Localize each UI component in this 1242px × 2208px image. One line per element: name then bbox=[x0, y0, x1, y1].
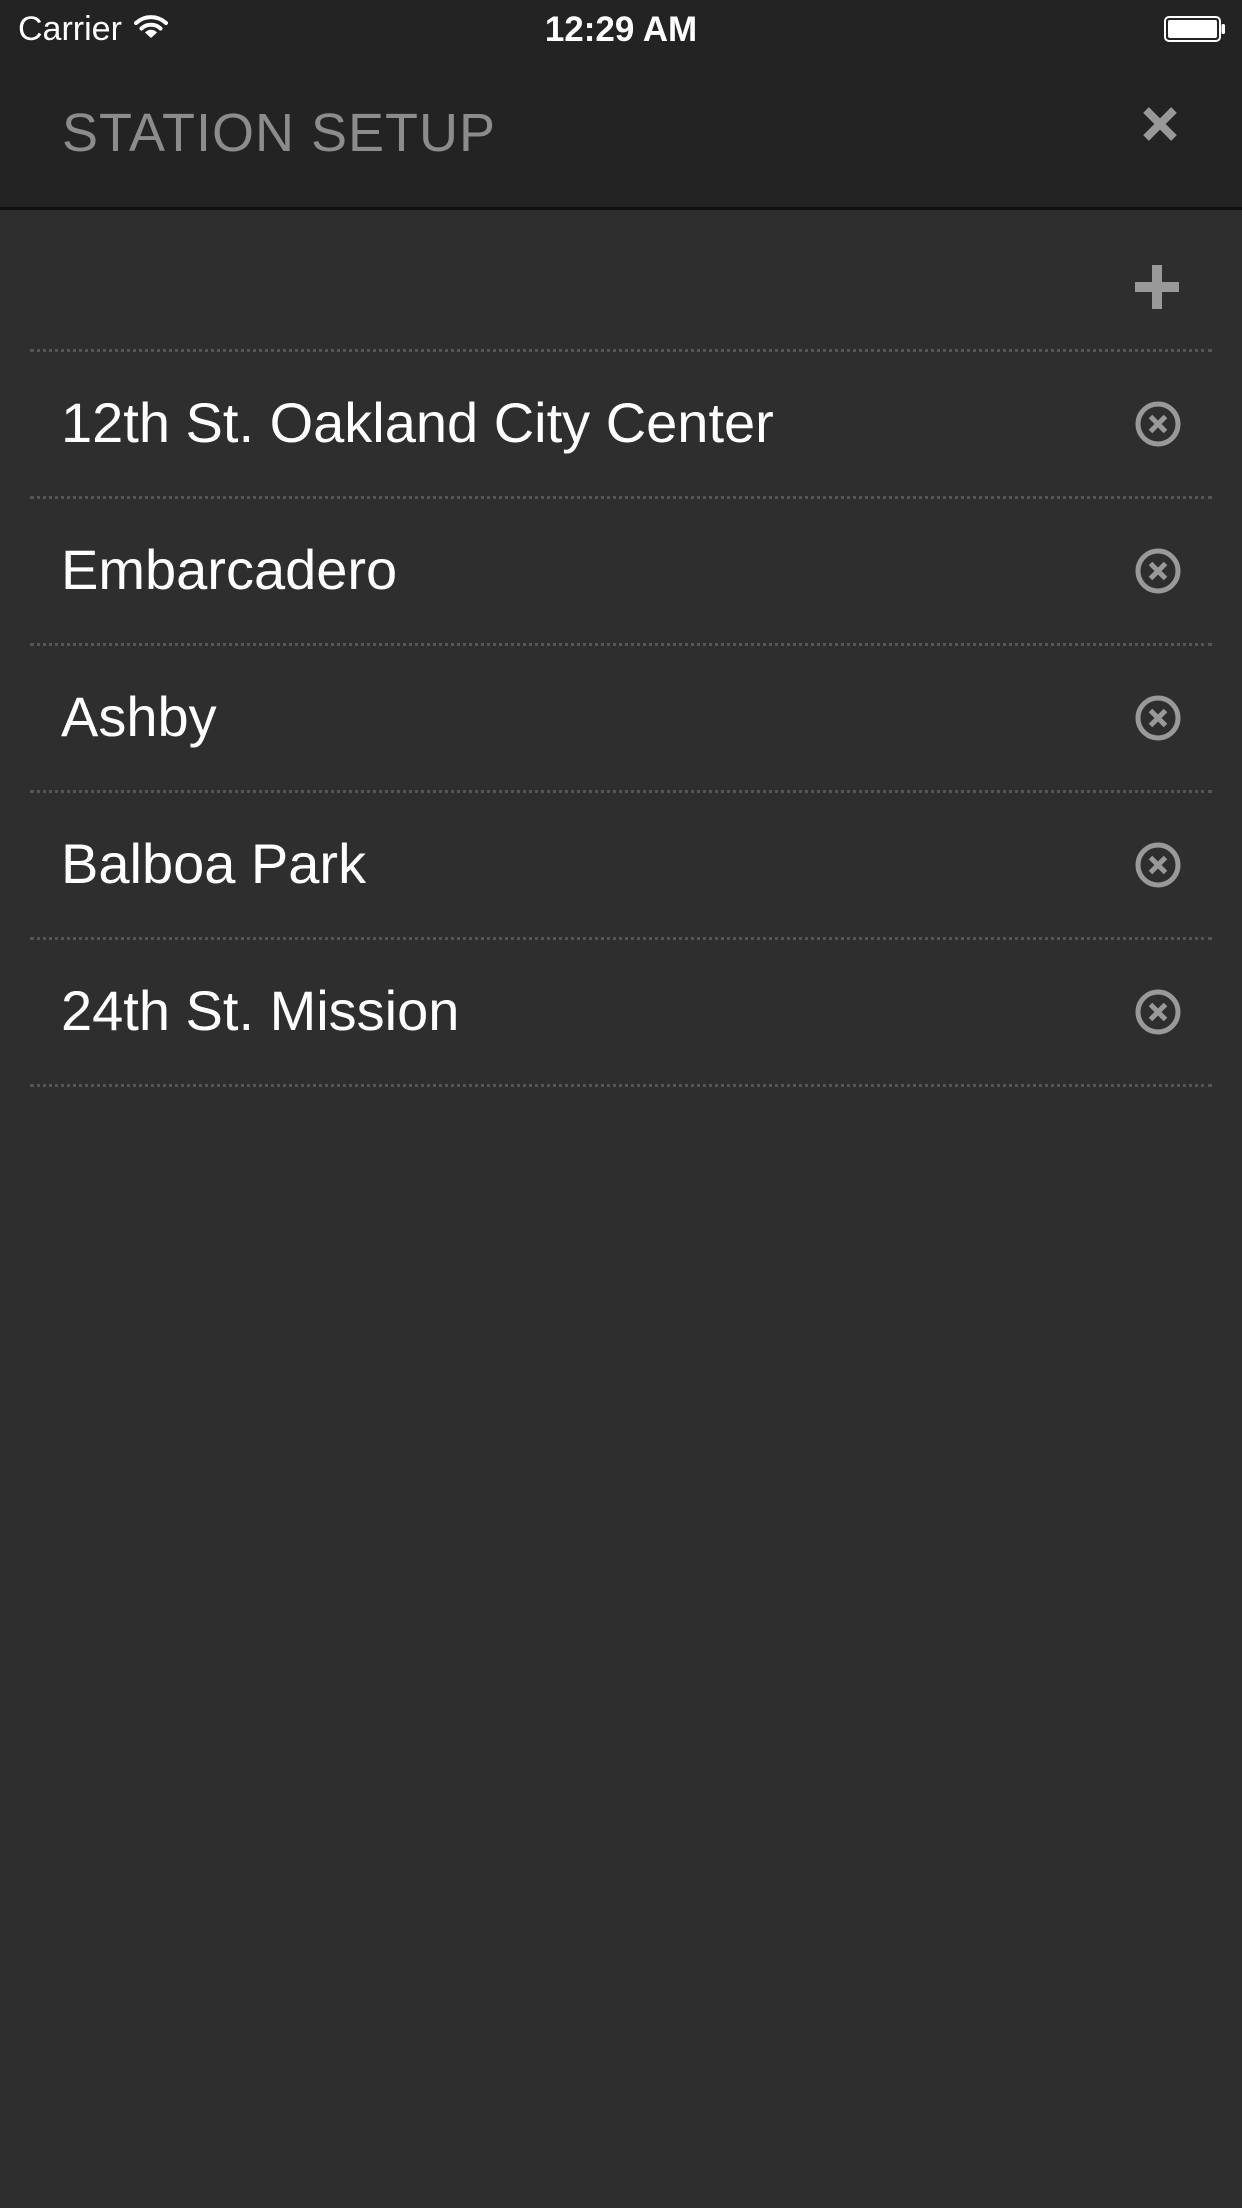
remove-station-button[interactable] bbox=[1134, 988, 1182, 1036]
remove-station-button[interactable] bbox=[1134, 547, 1182, 595]
station-list: 12th St. Oakland City Center Embarcadero bbox=[30, 352, 1212, 1087]
station-name: 12th St. Oakland City Center bbox=[61, 391, 774, 454]
plus-icon bbox=[1135, 265, 1179, 309]
station-row[interactable]: 24th St. Mission bbox=[30, 940, 1212, 1087]
station-row[interactable]: Embarcadero bbox=[30, 499, 1212, 646]
remove-station-button[interactable] bbox=[1134, 400, 1182, 448]
station-name: Balboa Park bbox=[61, 832, 367, 895]
remove-circle-icon bbox=[1135, 989, 1181, 1035]
status-time: 12:29 AM bbox=[544, 10, 698, 49]
station-row[interactable]: Ashby bbox=[30, 646, 1212, 793]
station-row[interactable]: 12th St. Oakland City Center bbox=[30, 352, 1212, 499]
remove-circle-icon bbox=[1135, 842, 1181, 888]
station-setup-content: 12th St. Oakland City Center Embarcadero bbox=[0, 210, 1242, 2208]
status-bar: Carrier 12:29 AM bbox=[0, 0, 1242, 62]
station-name: 24th St. Mission bbox=[61, 979, 460, 1042]
battery-icon bbox=[1164, 16, 1226, 42]
station-name: Ashby bbox=[61, 685, 217, 748]
remove-station-button[interactable] bbox=[1134, 694, 1182, 742]
remove-circle-icon bbox=[1135, 548, 1181, 594]
close-icon bbox=[1143, 107, 1177, 141]
page-title: STATION SETUP bbox=[62, 103, 497, 163]
add-station-button[interactable] bbox=[1134, 264, 1180, 310]
remove-circle-icon bbox=[1135, 401, 1181, 447]
close-button[interactable] bbox=[1140, 104, 1180, 144]
remove-circle-icon bbox=[1135, 695, 1181, 741]
station-row[interactable]: Balboa Park bbox=[30, 793, 1212, 940]
add-station-row bbox=[30, 210, 1212, 352]
remove-station-button[interactable] bbox=[1134, 841, 1182, 889]
navigation-bar: STATION SETUP bbox=[0, 62, 1242, 210]
station-name: Embarcadero bbox=[61, 538, 398, 601]
